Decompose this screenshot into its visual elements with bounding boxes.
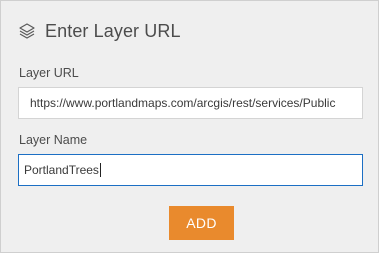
layer-name-label: Layer Name — [19, 133, 88, 147]
text-caret — [99, 162, 101, 177]
layers-icon — [18, 22, 36, 40]
layer-url-label: Layer URL — [19, 66, 79, 80]
panel-header: Enter Layer URL — [18, 17, 181, 45]
add-button[interactable]: ADD — [169, 206, 234, 240]
layer-name-input[interactable]: PortlandTrees — [18, 154, 363, 186]
layer-url-input[interactable]: https://www.portlandmaps.com/arcgis/rest… — [18, 87, 363, 119]
layer-name-value: PortlandTrees — [24, 163, 99, 177]
add-layer-panel: Enter Layer URL Layer URL https://www.po… — [0, 0, 379, 253]
layer-url-value: https://www.portlandmaps.com/arcgis/rest… — [30, 96, 336, 110]
panel-title: Enter Layer URL — [45, 20, 181, 41]
